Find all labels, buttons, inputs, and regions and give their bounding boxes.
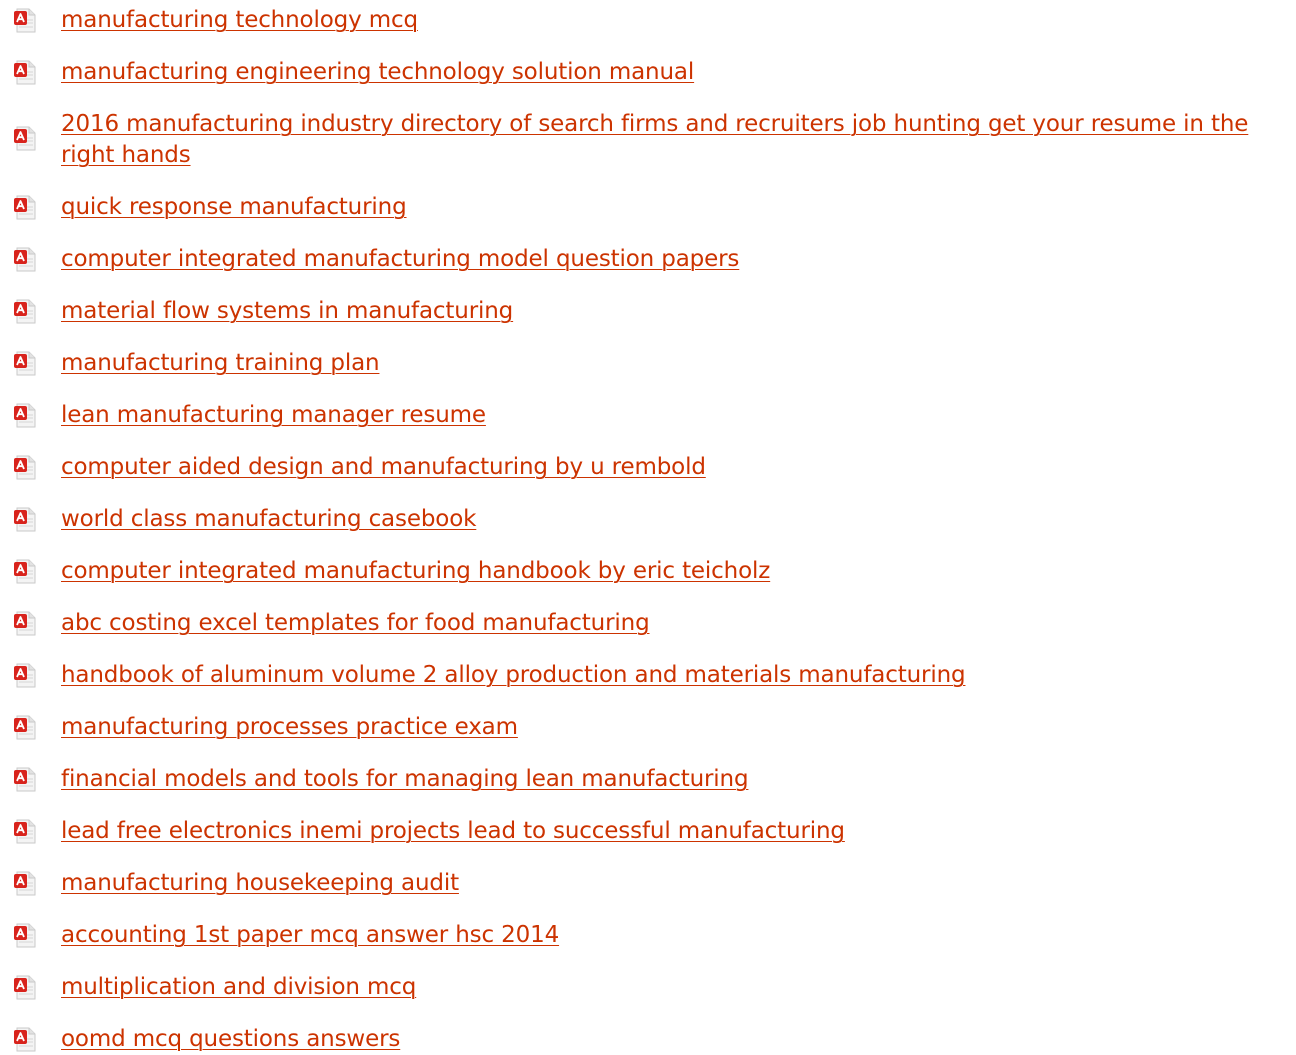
document-link[interactable]: material flow systems in manufacturing: [61, 296, 1296, 327]
document-link[interactable]: manufacturing processes practice exam: [61, 712, 1296, 743]
pdf-file-icon: [13, 351, 37, 376]
document-link[interactable]: abc costing excel templates for food man…: [61, 608, 1296, 639]
list-item: material flow systems in manufacturing: [0, 296, 1296, 327]
list-item: abc costing excel templates for food man…: [0, 608, 1296, 639]
list-item: manufacturing housekeeping audit: [0, 868, 1296, 899]
list-item: financial models and tools for managing …: [0, 764, 1296, 795]
document-link[interactable]: manufacturing housekeeping audit: [61, 868, 1296, 899]
list-item: manufacturing technology mcq: [0, 5, 1296, 36]
pdf-file-icon: [13, 819, 37, 844]
document-link[interactable]: manufacturing training plan: [61, 348, 1296, 379]
list-item: manufacturing training plan: [0, 348, 1296, 379]
list-item: quick response manufacturing: [0, 192, 1296, 223]
list-item: computer aided design and manufacturing …: [0, 452, 1296, 483]
list-item: computer integrated manufacturing model …: [0, 244, 1296, 275]
list-item: multiplication and division mcq: [0, 972, 1296, 1003]
pdf-file-icon: [13, 611, 37, 636]
pdf-file-icon: [13, 299, 37, 324]
document-link[interactable]: lean manufacturing manager resume: [61, 400, 1296, 431]
pdf-file-icon: [13, 195, 37, 220]
pdf-file-icon: [13, 923, 37, 948]
pdf-file-icon: [13, 767, 37, 792]
list-item: computer integrated manufacturing handbo…: [0, 556, 1296, 587]
document-link[interactable]: lead free electronics inemi projects lea…: [61, 816, 1296, 847]
document-link[interactable]: world class manufacturing casebook: [61, 504, 1296, 535]
document-link[interactable]: 2016 manufacturing industry directory of…: [61, 109, 1296, 171]
document-link[interactable]: multiplication and division mcq: [61, 972, 1296, 1003]
document-link-list: manufacturing technology mcq manufacturi…: [0, 0, 1296, 1055]
pdf-file-icon: [13, 403, 37, 428]
pdf-file-icon: [13, 871, 37, 896]
pdf-file-icon: [13, 715, 37, 740]
document-link[interactable]: financial models and tools for managing …: [61, 764, 1296, 795]
document-link[interactable]: manufacturing engineering technology sol…: [61, 57, 1296, 88]
list-item: world class manufacturing casebook: [0, 504, 1296, 535]
list-item: 2016 manufacturing industry directory of…: [0, 109, 1296, 171]
pdf-file-icon: [13, 975, 37, 1000]
pdf-file-icon: [13, 247, 37, 272]
pdf-file-icon: [13, 1027, 37, 1052]
list-item: oomd mcq questions answers: [0, 1024, 1296, 1055]
list-item: lead free electronics inemi projects lea…: [0, 816, 1296, 847]
pdf-file-icon: [13, 60, 37, 85]
document-link[interactable]: computer integrated manufacturing handbo…: [61, 556, 1296, 587]
list-item: handbook of aluminum volume 2 alloy prod…: [0, 660, 1296, 691]
pdf-file-icon: [13, 455, 37, 480]
pdf-file-icon: [13, 8, 37, 33]
document-link[interactable]: computer aided design and manufacturing …: [61, 452, 1296, 483]
pdf-file-icon: [13, 663, 37, 688]
list-item: accounting 1st paper mcq answer hsc 2014: [0, 920, 1296, 951]
pdf-file-icon: [13, 559, 37, 584]
list-item: lean manufacturing manager resume: [0, 400, 1296, 431]
pdf-file-icon: [13, 126, 37, 151]
pdf-file-icon: [13, 507, 37, 532]
document-link[interactable]: accounting 1st paper mcq answer hsc 2014: [61, 920, 1296, 951]
document-link[interactable]: handbook of aluminum volume 2 alloy prod…: [61, 660, 1296, 691]
document-link[interactable]: oomd mcq questions answers: [61, 1024, 1296, 1055]
document-link[interactable]: quick response manufacturing: [61, 192, 1296, 223]
document-link[interactable]: computer integrated manufacturing model …: [61, 244, 1296, 275]
document-link[interactable]: manufacturing technology mcq: [61, 5, 1296, 36]
list-item: manufacturing engineering technology sol…: [0, 57, 1296, 88]
list-item: manufacturing processes practice exam: [0, 712, 1296, 743]
